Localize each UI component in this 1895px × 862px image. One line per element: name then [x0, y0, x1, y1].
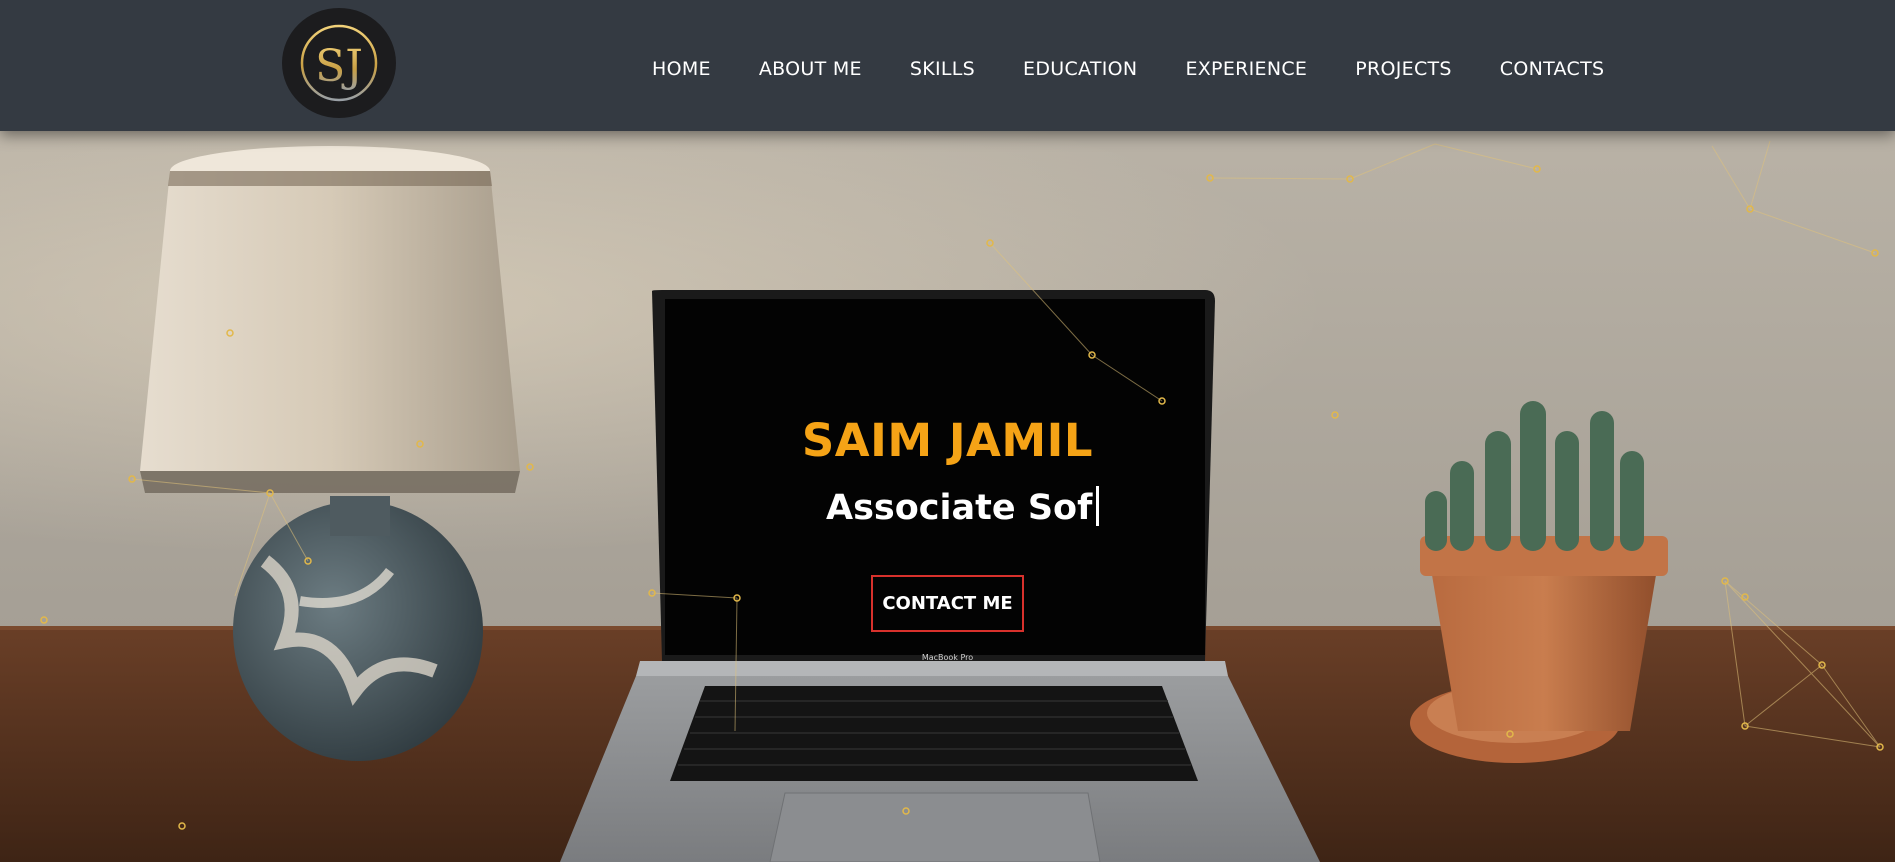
nav-skills[interactable]: SKILLS [910, 55, 975, 83]
sj-monogram-icon: SJ [300, 24, 378, 102]
laptop-brand-label: MacBook Pro [921, 653, 974, 662]
main-nav: HOME ABOUT ME SKILLS EDUCATION EXPERIENC… [652, 55, 1604, 83]
hero-name: SAIM JAMIL [801, 414, 1094, 467]
contact-me-button[interactable]: CONTACT ME [871, 575, 1024, 632]
nav-experience[interactable]: EXPERIENCE [1185, 55, 1307, 83]
nav-projects[interactable]: PROJECTS [1355, 55, 1452, 83]
hero-typed-role: Associate Sof [826, 486, 1100, 528]
hero-section: SAIM JAMIL Associate Sof CONTACT ME MacB… [0, 131, 1895, 862]
navbar: SJ HOME ABOUT ME SKILLS EDUCATION EXPERI… [0, 0, 1895, 131]
nav-about-me[interactable]: ABOUT ME [759, 55, 862, 83]
nav-contacts[interactable]: CONTACTS [1500, 55, 1605, 83]
nav-home[interactable]: HOME [652, 55, 711, 83]
site-logo[interactable]: SJ [282, 8, 396, 118]
svg-text:SJ: SJ [315, 41, 363, 92]
typing-cursor [1096, 486, 1100, 526]
hero-role-text: Associate Sof [826, 488, 1093, 528]
hero-content: SAIM JAMIL Associate Sof CONTACT ME MacB… [0, 131, 1895, 862]
nav-education[interactable]: EDUCATION [1023, 55, 1137, 83]
